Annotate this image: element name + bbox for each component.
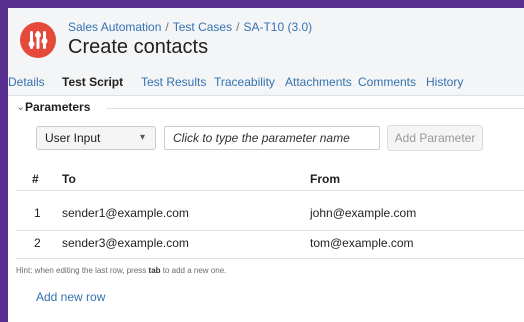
tab-attachments[interactable]: Attachments [285, 75, 352, 89]
breadcrumb-test-key[interactable]: SA-T10 (3.0) [243, 20, 312, 34]
tab-bar: Details Test Script Test Results Traceab… [8, 68, 524, 96]
add-new-row-link[interactable]: Add new row [36, 290, 105, 304]
caret-down-icon: ▾ [139, 132, 145, 143]
row-number: 1 [34, 206, 41, 220]
column-header-from: From [310, 172, 340, 186]
app-window: Sales Automation / Test Cases / SA-T10 (3.0)… [8, 8, 524, 322]
parameter-type-select[interactable]: User Input ▾ [36, 126, 156, 150]
tab-details[interactable]: Details [8, 75, 45, 89]
tab-traceability[interactable]: Traceability [214, 75, 275, 89]
parameters-section-header[interactable]: ⌄ Parameters [16, 98, 524, 118]
sliders-icon [20, 22, 56, 58]
breadcrumb-project[interactable]: Sales Automation [68, 20, 161, 34]
tab-history[interactable]: History [426, 75, 463, 89]
cell-from[interactable]: john@example.com [310, 206, 416, 220]
tab-test-script[interactable]: Test Script [62, 75, 123, 89]
section-divider [106, 108, 524, 109]
hint-key: tab [148, 266, 161, 275]
parameter-name-input[interactable] [164, 126, 380, 150]
page-title: Create contacts [68, 36, 209, 58]
column-header-to: To [62, 172, 76, 186]
cell-from[interactable]: tom@example.com [310, 236, 414, 250]
tab-comments[interactable]: Comments [358, 75, 416, 89]
table-header-divider [16, 190, 524, 191]
chevron-down-icon[interactable]: ⌄ [16, 100, 25, 113]
add-parameter-button[interactable]: Add Parameter [387, 125, 483, 151]
tab-test-results[interactable]: Test Results [141, 75, 206, 89]
hint-text: Hint: when editing the last row, press t… [16, 266, 227, 275]
parameter-type-value: User Input [45, 131, 101, 145]
cell-to[interactable]: sender3@example.com [62, 236, 189, 250]
row-divider [16, 258, 524, 259]
page-header: Sales Automation / Test Cases / SA-T10 (3.0)… [8, 8, 524, 68]
parameters-label: Parameters [25, 100, 91, 114]
breadcrumb: Sales Automation / Test Cases / SA-T10 (3.0) [68, 20, 313, 34]
breadcrumb-test-cases[interactable]: Test Cases [173, 20, 232, 34]
cell-to[interactable]: sender1@example.com [62, 206, 189, 220]
row-number: 2 [34, 236, 41, 250]
column-header-number: # [32, 172, 39, 186]
row-divider [16, 230, 524, 231]
